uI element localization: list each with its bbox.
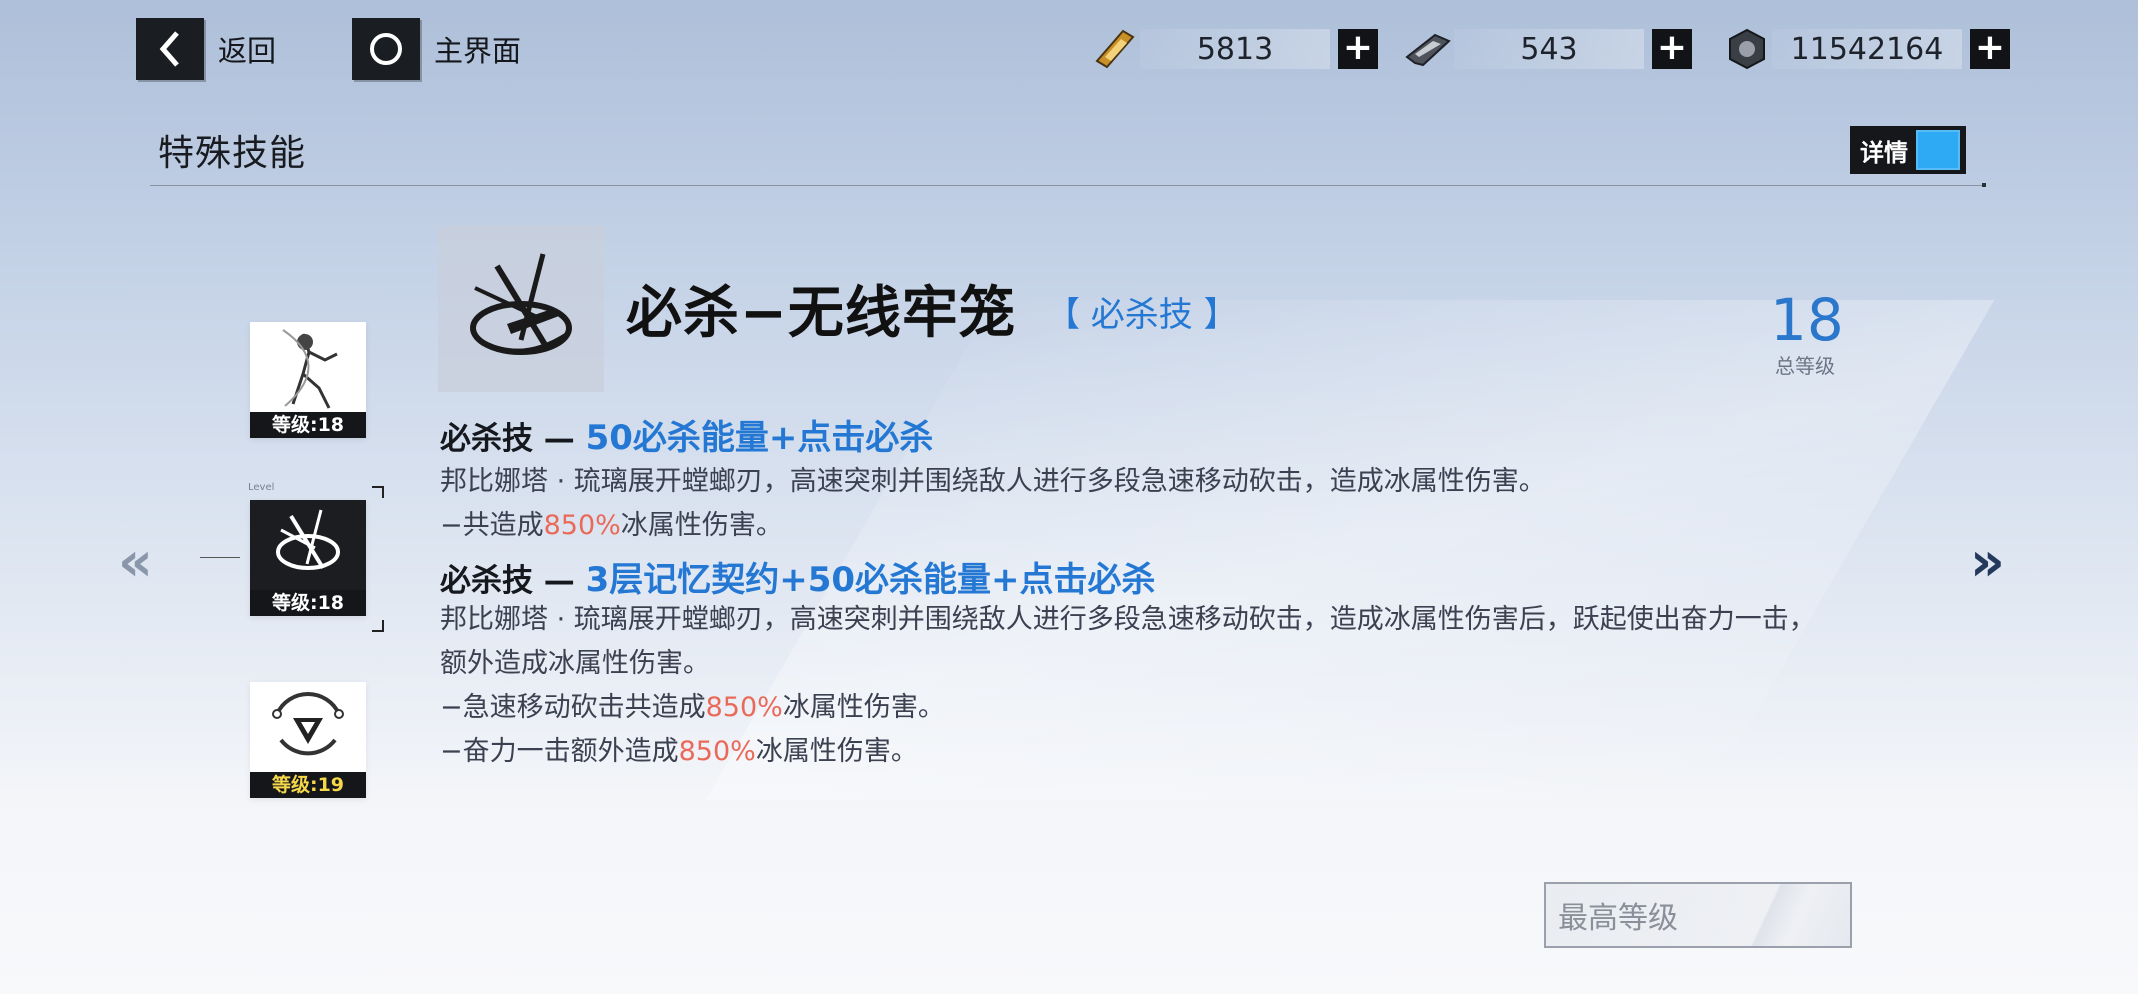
line-prefix: −共造成: [440, 510, 544, 541]
home-label: 主界面: [434, 34, 522, 68]
entry-2-heading: 必杀技 — 3层记忆契约+50必杀能量+点击必杀: [440, 552, 1156, 601]
circle-home-icon: [352, 18, 420, 80]
next-skill-arrow[interactable]: »: [1970, 530, 2005, 593]
home-button[interactable]: 主界面: [352, 18, 521, 80]
slash-skill-large-icon: [438, 226, 604, 392]
section-title: 特殊技能: [158, 133, 307, 174]
damage-percent: 850%: [705, 692, 783, 723]
damage-percent: 850%: [678, 736, 756, 767]
entry-1-line-1: 邦比娜塔 · 琉璃展开螳螂刃，高速突刺并围绕敌人进行多段急速移动砍击，造成冰属性…: [440, 466, 1546, 497]
skill-name: 必杀−无线牢笼: [626, 281, 1016, 346]
max-level-button[interactable]: 最高等级: [1544, 882, 1852, 948]
skill-type-tag: 【 必杀技 】: [1046, 295, 1238, 335]
line-suffix: 冰属性伤害。: [755, 736, 918, 767]
add-gold-button[interactable]: +: [1338, 29, 1378, 69]
chip-card-icon: [1404, 26, 1454, 72]
skill-level: 等级:18: [250, 590, 366, 616]
line-suffix: 冰属性伤害。: [620, 510, 783, 541]
skill-card-slash-selected[interactable]: 等级:18: [250, 500, 366, 616]
total-level-value: 18: [1770, 286, 1844, 354]
back-label: 返回: [218, 34, 277, 68]
entry-heading-highlight: 50必杀能量+点击必杀: [585, 418, 934, 458]
entry-1-line-2: −共造成850%冰属性伤害。: [440, 504, 1820, 548]
entry-1-heading: 必杀技 — 50必杀能量+点击必杀: [440, 410, 933, 459]
entry-heading-prefix: 必杀技 —: [440, 563, 586, 599]
add-nut-button[interactable]: +: [1970, 29, 2010, 69]
nut-amount: 11542164: [1772, 29, 1962, 69]
skill-level: 等级:18: [250, 412, 366, 438]
entry-2-line-1: 邦比娜塔 · 琉璃展开螳螂刃，高速突刺并围绕敌人进行多段急速移动砍击，造成冰属性…: [440, 604, 1816, 679]
total-level-label: 总等级: [1775, 354, 1835, 378]
line-suffix: 冰属性伤害。: [782, 692, 945, 723]
line-prefix: −急速移动砍击共造成: [440, 692, 706, 723]
details-toggle-label: 详情: [1860, 138, 1908, 167]
gold-card-icon: [1090, 26, 1140, 72]
selection-bracket-top: [372, 486, 384, 498]
currency-nut: 11542164 +: [1722, 26, 2010, 72]
entry-2-line-2: −急速移动砍击共造成850%冰属性伤害。: [440, 686, 1820, 730]
prev-skill-arrow[interactable]: «: [118, 530, 153, 593]
skill-card-emblem[interactable]: 等级:19: [250, 682, 366, 798]
chip-amount: 543: [1454, 29, 1644, 69]
add-chip-button[interactable]: +: [1652, 29, 1692, 69]
selector-line: [200, 557, 240, 558]
entry-heading-highlight: 3层记忆契约+50必杀能量+点击必杀: [585, 560, 1156, 600]
slash-skill-icon: [250, 500, 366, 590]
skill-level: 等级:19: [250, 772, 366, 798]
hex-nut-icon: [1722, 26, 1772, 72]
gold-amount: 5813: [1140, 29, 1330, 69]
triangle-emblem-icon: [250, 682, 366, 772]
chevron-left-icon: [136, 18, 204, 80]
currency-gold: 5813 +: [1090, 26, 1378, 72]
currency-chip: 543 +: [1404, 26, 1692, 72]
character-portrait-icon: [250, 322, 366, 412]
damage-percent: 850%: [543, 510, 621, 541]
toggle-knob: [1916, 130, 1960, 170]
entry-2-line-3: −奋力一击额外造成850%冰属性伤害。: [440, 730, 1820, 774]
line-prefix: −奋力一击额外造成: [440, 736, 679, 767]
entry-heading-prefix: 必杀技 —: [440, 421, 586, 457]
level-caption: Level: [248, 482, 275, 493]
details-toggle[interactable]: 详情: [1850, 126, 1966, 174]
skill-card-portrait[interactable]: 等级:18: [250, 322, 366, 438]
back-button[interactable]: 返回: [136, 18, 276, 80]
section-divider: [150, 183, 1986, 187]
selection-bracket-bottom: [372, 620, 384, 632]
